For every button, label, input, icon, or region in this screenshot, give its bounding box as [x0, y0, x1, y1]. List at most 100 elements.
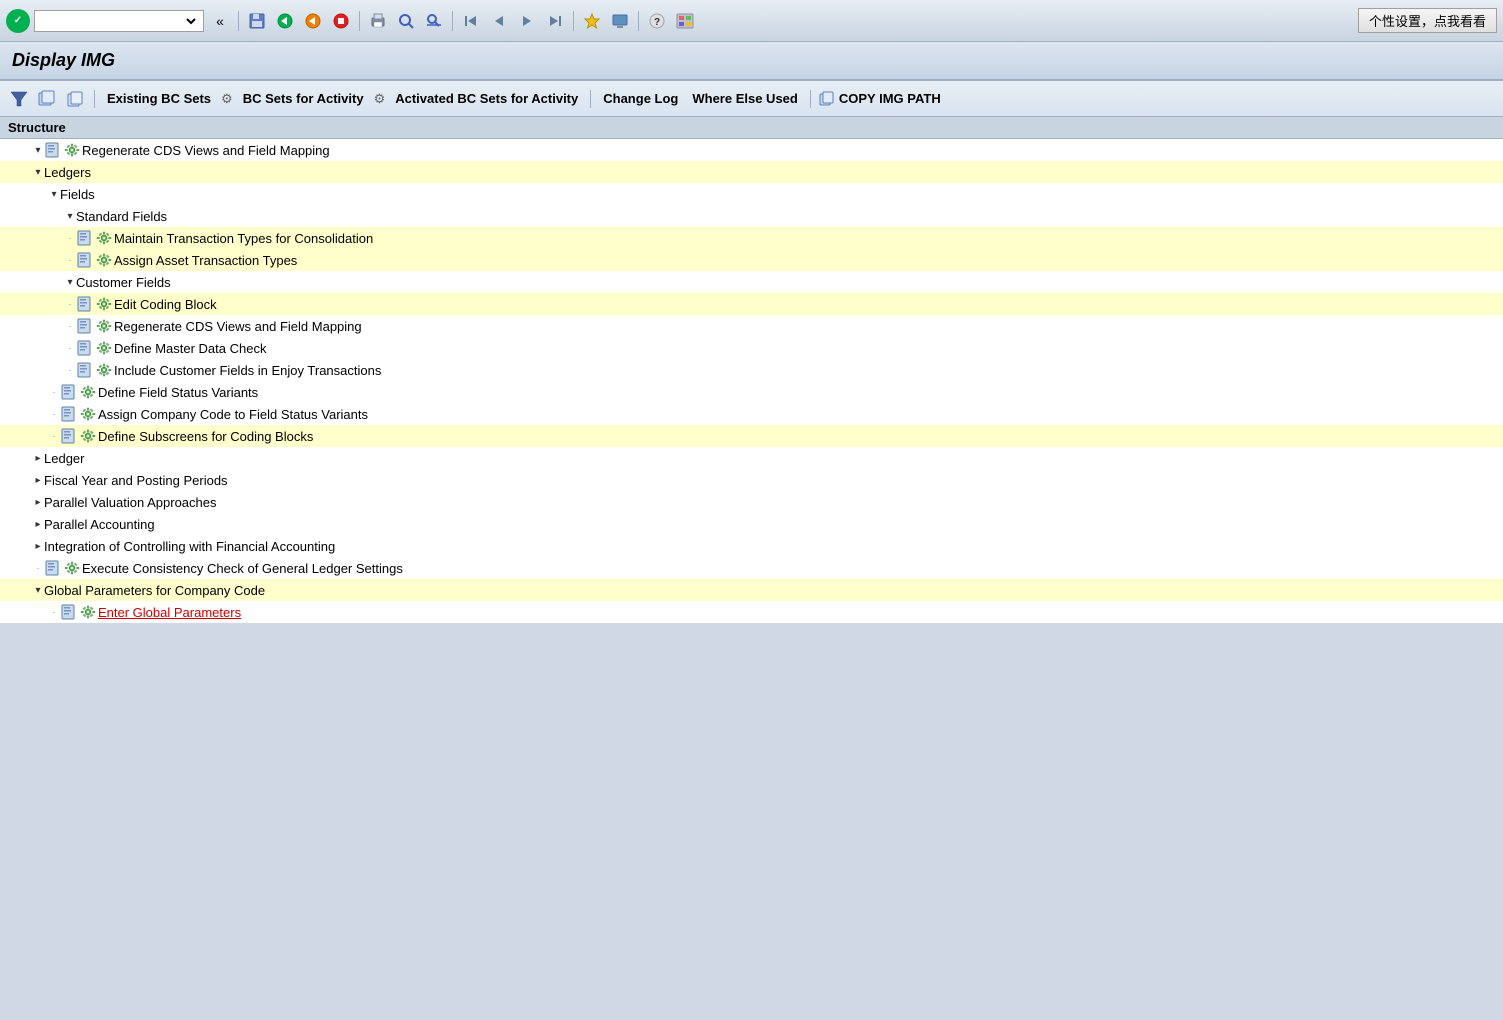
filter-icon[interactable] — [8, 88, 30, 110]
tree-label: Define Field Status Variants — [98, 385, 258, 400]
display-button[interactable] — [608, 9, 632, 33]
print-button[interactable] — [366, 9, 390, 33]
activated-bc-sets-link[interactable]: Activated BC Sets for Activity — [391, 89, 582, 108]
main-toolbar: ✓ « — [0, 0, 1503, 42]
nav-dropdown[interactable] — [34, 10, 204, 32]
gear-icon — [96, 362, 112, 378]
help-button[interactable]: ? — [645, 9, 669, 33]
tree-toggle[interactable]: ▸ — [32, 453, 44, 464]
tree-toggle[interactable]: ▸ — [32, 519, 44, 530]
find-button[interactable] — [394, 9, 418, 33]
gear-icon — [96, 340, 112, 356]
tree-label: Execute Consistency Check of General Led… — [82, 561, 403, 576]
tree-row[interactable]: ▸Parallel Valuation Approaches — [0, 491, 1503, 513]
prev-page-button[interactable] — [487, 9, 511, 33]
find-all-button[interactable] — [422, 9, 446, 33]
tree-toggle[interactable]: ▾ — [32, 145, 44, 156]
tree-label: Define Subscreens for Coding Blocks — [98, 429, 313, 444]
tree-toggle[interactable]: ▸ — [32, 475, 44, 486]
toolbar-sep-2 — [359, 11, 360, 31]
tree-label: Assign Asset Transaction Types — [114, 253, 297, 268]
tree-row[interactable]: · Assign Asset Transaction Types — [0, 249, 1503, 271]
tree-label[interactable]: Fields — [60, 187, 95, 202]
stop-button[interactable] — [329, 9, 353, 33]
tree-label[interactable]: Ledgers — [44, 165, 91, 180]
gear-icon — [64, 560, 80, 576]
structure-header: Structure — [0, 117, 1503, 139]
copy-icon[interactable] — [64, 88, 86, 110]
toolbar-sep-4 — [573, 11, 574, 31]
nav-select[interactable] — [39, 13, 199, 29]
tree-row[interactable]: ▾Fields — [0, 183, 1503, 205]
tree-row[interactable]: · Maintain Transaction Types for Consoli… — [0, 227, 1503, 249]
tree-row[interactable]: · Define Master Data Check — [0, 337, 1503, 359]
existing-bc-sets-link[interactable]: Existing BC Sets — [103, 89, 215, 108]
change-log-link[interactable]: Change Log — [599, 89, 682, 108]
tree-toggle[interactable]: ▾ — [32, 585, 44, 596]
bc-sets-activity-link[interactable]: BC Sets for Activity — [239, 89, 368, 108]
copy-img-path-button[interactable]: COPY IMG PATH — [819, 91, 941, 107]
tree-row[interactable]: · Regenerate CDS Views and Field Mapping — [0, 315, 1503, 337]
tree-row[interactable]: ▸Ledger — [0, 447, 1503, 469]
action-sep-1 — [94, 90, 95, 108]
tree-row[interactable]: · Include Customer Fields in Enjoy Trans… — [0, 359, 1503, 381]
last-button[interactable] — [543, 9, 567, 33]
gear-icon — [96, 230, 112, 246]
personalize-button[interactable]: 个性设置，点我看看 — [1358, 8, 1497, 33]
tree-row[interactable]: · Define Subscreens for Coding Blocks — [0, 425, 1503, 447]
tree-row[interactable]: ▸Parallel Accounting — [0, 513, 1503, 535]
sap-logo: ✓ — [6, 9, 30, 33]
tree-label[interactable]: Ledger — [44, 451, 84, 466]
tree-toggle[interactable]: ▸ — [32, 541, 44, 552]
doc-icon — [60, 406, 78, 422]
bc-sets-activity-icon: ⚙ — [221, 91, 233, 107]
tree-row[interactable]: ▾Global Parameters for Company Code — [0, 579, 1503, 601]
doc-icon — [76, 318, 94, 334]
favorites-button[interactable] — [580, 9, 604, 33]
doc-icon — [44, 142, 62, 158]
gear-icon — [96, 252, 112, 268]
tree-area: ▾ Regenerate CDS Views and Field Mapping… — [0, 139, 1503, 623]
tree-row[interactable]: ▸Fiscal Year and Posting Periods — [0, 469, 1503, 491]
tree-row[interactable]: ▸Integration of Controlling with Financi… — [0, 535, 1503, 557]
doc-icon — [76, 296, 94, 312]
tree-row[interactable]: ▾Customer Fields — [0, 271, 1503, 293]
back-back-button[interactable]: « — [208, 9, 232, 33]
tree-row[interactable]: · Execute Consistency Check of General L… — [0, 557, 1503, 579]
tree-row[interactable]: ▾Standard Fields — [0, 205, 1503, 227]
bc-set-icon[interactable] — [36, 88, 58, 110]
tree-row[interactable]: · Assign Company Code to Field Status Va… — [0, 403, 1503, 425]
tree-row[interactable]: ▾Ledgers — [0, 161, 1503, 183]
tree-dot: · — [48, 608, 60, 617]
tree-toggle[interactable]: ▸ — [32, 497, 44, 508]
back-button[interactable] — [273, 9, 297, 33]
tree-dot: · — [64, 366, 76, 375]
tree-label[interactable]: Fiscal Year and Posting Periods — [44, 473, 228, 488]
tree-label[interactable]: Global Parameters for Company Code — [44, 583, 265, 598]
tree-toggle[interactable]: ▾ — [64, 277, 76, 288]
toolbar-left: ✓ « — [6, 9, 1354, 33]
tree-row[interactable]: · Enter Global Parameters — [0, 601, 1503, 623]
tree-label[interactable]: Customer Fields — [76, 275, 171, 290]
tree-row[interactable]: ▾ Regenerate CDS Views and Field Mapping — [0, 139, 1503, 161]
page-title: Display IMG — [0, 42, 1503, 81]
gear-icon — [80, 384, 96, 400]
toolbar-right: 个性设置，点我看看 — [1358, 8, 1497, 33]
tree-dot: · — [48, 432, 60, 441]
first-button[interactable] — [459, 9, 483, 33]
tree-toggle[interactable]: ▾ — [64, 211, 76, 222]
tree-toggle[interactable]: ▾ — [32, 167, 44, 178]
tree-label[interactable]: Parallel Accounting — [44, 517, 155, 532]
tree-toggle[interactable]: ▾ — [48, 189, 60, 200]
tree-label[interactable]: Standard Fields — [76, 209, 167, 224]
doc-icon — [60, 428, 78, 444]
tree-row[interactable]: · Define Field Status Variants — [0, 381, 1503, 403]
customize-button[interactable] — [673, 9, 697, 33]
tree-label[interactable]: Parallel Valuation Approaches — [44, 495, 217, 510]
tree-row[interactable]: · Edit Coding Block — [0, 293, 1503, 315]
save-button[interactable] — [245, 9, 269, 33]
next-page-button[interactable] — [515, 9, 539, 33]
where-else-used-link[interactable]: Where Else Used — [688, 89, 802, 108]
prev-button[interactable] — [301, 9, 325, 33]
tree-label[interactable]: Integration of Controlling with Financia… — [44, 539, 335, 554]
